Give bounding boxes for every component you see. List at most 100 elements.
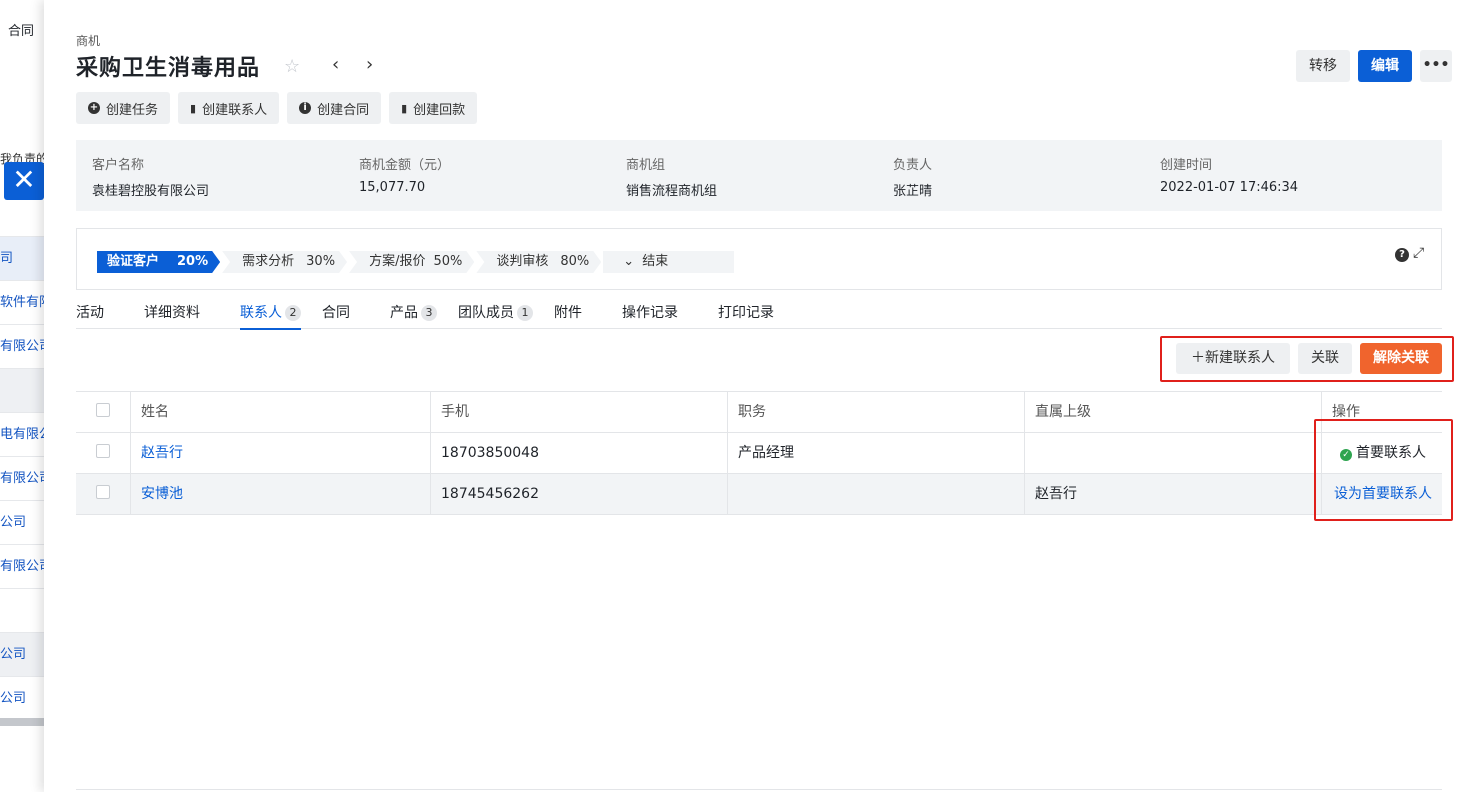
tab-products[interactable]: 产品 3 [390,302,437,328]
star-icon[interactable]: ☆ [284,56,300,77]
info-icon: i [299,102,312,114]
column-header[interactable]: 职务 [727,392,1024,432]
summary-owner: 负责人 张芷晴 [893,154,932,199]
stage-step[interactable]: 谈判审核 80% [476,251,601,273]
stage-percent: 80% [560,254,590,269]
row-checkbox[interactable] [96,485,110,499]
column-header[interactable]: 手机 [430,392,727,432]
chevron-down-icon: ⌄ [623,254,635,269]
unassociate-button[interactable]: 解除关联 [1360,343,1442,374]
contact-superior: 赵吾行 [1024,474,1321,514]
tab-label: 联系人 [240,305,282,321]
contact-title: 产品经理 [727,433,1024,473]
summary-label: 商机金额（元） [359,158,451,173]
stage-percent: 20% [177,254,209,269]
contact-name-link[interactable]: 赵吾行 [130,433,430,473]
summary-label: 商机组 [626,158,666,173]
background-tab-contract[interactable]: 合同 [8,20,34,39]
contact-superior [1024,433,1321,473]
summary-value: 2022-01-07 17:46:34 [1160,180,1299,195]
table-row[interactable]: 安博池 18745456262 赵吾行 设为首要联系人 [76,474,1442,515]
tab-label: 活动 [76,305,104,321]
background-row[interactable]: 有限公司 [0,324,44,368]
create-task-button[interactable]: + 创建任务 [76,92,171,124]
stage-name: 验证客户 [107,254,160,269]
row-checkbox[interactable] [96,444,110,458]
tab-contracts[interactable]: 合同 [322,302,350,328]
close-icon[interactable]: ✕ [4,162,44,200]
tab-operation-log[interactable]: 操作记录 [622,302,678,328]
tab-attachments[interactable]: 附件 [554,302,582,328]
stage-name: 需求分析 [242,254,295,269]
tab-bar: 活动 详细资料 联系人 2 合同 产品 3 团队成员 1 附件 操作记录 打印记录 [76,300,1442,330]
create-contact-label: 创建联系人 [202,102,268,118]
table-row[interactable]: 赵吾行 18703850048 产品经理 ✓ 首要联系人 [76,433,1442,474]
stage-step-end[interactable]: ⌄ 结束 [603,251,735,273]
summary-label: 创建时间 [1160,158,1213,173]
tab-activity[interactable]: 活动 [76,302,104,328]
tab-label: 团队成员 [458,305,514,321]
summary-panel: 客户名称 袁桂碧控股有限公司 商机金额（元） 15,077.70 商机组 销售流… [76,140,1442,211]
column-header[interactable]: 姓名 [130,392,430,432]
tab-count-badge: 3 [421,305,437,321]
background-row[interactable]: 软件有限 [0,280,44,324]
stage-step[interactable]: 需求分析 30% [222,251,347,273]
column-header[interactable]: 直属上级 [1024,392,1321,432]
row-select-cell [76,433,130,473]
chevron-left-icon[interactable]: ‹ [332,54,339,75]
expand-icon[interactable]: ⤢ [1413,245,1424,261]
create-contract-label: 创建合同 [317,102,370,118]
new-contact-button[interactable]: ＋新建联系人 [1176,343,1290,374]
tab-team[interactable]: 团队成员 1 [458,302,533,328]
tab-contacts[interactable]: 联系人 2 [240,302,301,330]
contact-title [727,474,1024,514]
summary-amount: 商机金额（元） 15,077.70 [359,154,450,195]
help-icon[interactable]: ? [1395,248,1409,262]
contacts-table: 姓名 手机 职务 直属上级 操作 赵吾行 18703850048 产品经理 ✓ 首… [76,391,1442,515]
horizontal-scrollbar[interactable] [0,718,44,726]
more-button[interactable]: ••• [1420,50,1452,82]
transfer-button[interactable]: 转移 [1296,50,1350,82]
select-all-cell [76,392,130,432]
tab-print-log[interactable]: 打印记录 [718,302,774,328]
tab-label: 产品 [390,305,418,321]
associate-button[interactable]: 关联 [1298,343,1352,374]
summary-created: 创建时间 2022-01-07 17:46:34 [1160,154,1298,195]
background-row[interactable]: 司 [0,236,44,280]
chevron-right-icon[interactable]: › [366,54,373,75]
breadcrumb: 商机 [76,34,101,48]
tab-details[interactable]: 详细资料 [144,302,200,328]
background-row[interactable]: 有限公司 [0,544,44,588]
stage-panel: 验证客户 20% 需求分析 30% 方案/报价 50% 谈判审核 80% ⌄ 结束 ? ⤢ [76,228,1442,290]
background-row[interactable]: 公司 [0,500,44,544]
background-list: 合同 我负责的 ✕ 司 软件有限 有限公司 电有限公 有限公司 公司 有限公司 … [0,0,44,792]
background-row[interactable]: 电有限公 [0,412,44,456]
summary-value: 袁桂碧控股有限公司 [92,184,210,199]
tab-label: 合同 [322,305,350,321]
stage-step[interactable]: 验证客户 20% [97,251,220,273]
create-payment-button[interactable]: ▮ 创建回款 [389,92,478,124]
summary-value: 张芷晴 [893,184,933,199]
opportunity-drawer: 商机 采购卫生消毒用品 ☆ ‹ › 转移 编辑 ••• + 创建任务 ▮ 创建联… [44,0,1484,792]
stage-name: 谈判审核 [496,254,549,269]
edit-button[interactable]: 编辑 [1358,50,1412,82]
stage-percent: 30% [306,254,336,269]
action-bar: + 创建任务 ▮ 创建联系人 i 创建合同 ▮ 创建回款 [76,92,478,124]
stage-percent: 50% [433,254,463,269]
table-header-row: 姓名 手机 职务 直属上级 操作 [76,391,1442,433]
background-row[interactable]: 有限公司 [0,456,44,500]
background-row[interactable]: 公司 [0,632,44,676]
page-title: 采购卫生消毒用品 [76,56,261,81]
clipboard-icon: ▮ [190,101,197,115]
tab-count-badge: 1 [517,305,533,321]
create-contact-button[interactable]: ▮ 创建联系人 [178,92,280,124]
summary-value: 销售流程商机组 [626,184,718,199]
highlight-box-actions [1314,419,1453,521]
tab-label: 打印记录 [718,305,774,321]
create-contract-button[interactable]: i 创建合同 [287,92,382,124]
select-all-checkbox[interactable] [96,403,110,417]
background-row[interactable]: 公司 [0,676,44,720]
stage-step[interactable]: 方案/报价 50% [349,251,474,273]
new-contact-label: 新建联系人 [1205,350,1275,366]
contact-name-link[interactable]: 安博池 [130,474,430,514]
